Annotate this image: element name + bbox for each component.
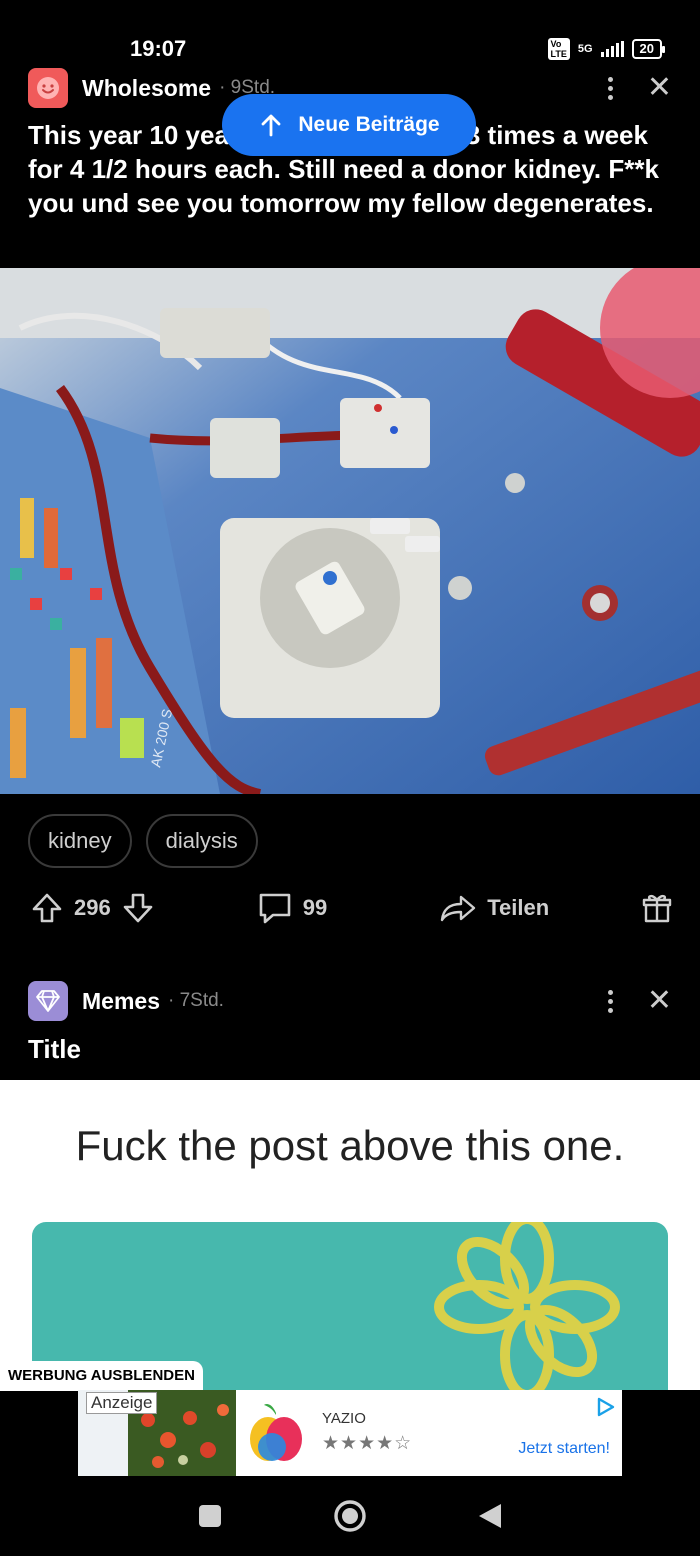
comments-button[interactable]: 99 — [257, 891, 327, 925]
vote-group: 296 — [30, 891, 155, 925]
post-header-memes: Memes · 7Std. ✕ — [28, 981, 672, 1021]
volte-icon: Vo LTE — [547, 38, 570, 60]
community-name[interactable]: Memes — [82, 988, 160, 1015]
system-nav-bar — [0, 1476, 700, 1556]
new-posts-label: Neue Beiträge — [298, 113, 440, 136]
status-bar: 19:07 Vo LTE 5G 20 — [0, 0, 700, 64]
new-posts-button[interactable]: Neue Beiträge — [222, 94, 476, 156]
meme-image[interactable]: Fuck the post above this one. — [0, 1080, 700, 1390]
ad-banner[interactable]: Anzeige YAZIO ★★★★☆ Jetzt starten! — [78, 1390, 622, 1476]
apple-logo-icon — [250, 1403, 302, 1461]
tag-kidney[interactable]: kidney — [28, 814, 132, 868]
more-options-icon[interactable] — [607, 989, 613, 1013]
comment-icon — [259, 893, 291, 924]
memes-community-icon[interactable] — [28, 981, 68, 1021]
ad-label: Anzeige — [86, 1392, 158, 1414]
signal-icon — [600, 41, 624, 57]
post-title[interactable]: Title — [28, 1032, 678, 1066]
ad-rating: ★★★★☆ — [322, 1433, 413, 1454]
hide-ads-button[interactable]: WERBUNG AUSBLENDEN — [0, 1361, 203, 1391]
yazio-logo — [236, 1390, 316, 1476]
close-icon[interactable]: ✕ — [647, 986, 672, 1016]
share-button[interactable]: Teilen — [439, 893, 549, 923]
post-age: · 7Std. — [167, 990, 224, 1011]
ad-cta-button[interactable]: Jetzt starten! — [518, 1440, 610, 1458]
meme-caption: Fuck the post above this one. — [75, 1122, 625, 1169]
battery-icon: 20 — [631, 39, 666, 59]
ad-app-name: YAZIO — [322, 1410, 366, 1427]
upvote-icon[interactable] — [30, 891, 64, 925]
share-label: Teilen — [487, 895, 550, 920]
dialysis-machine-illustration: AK 200 S — [0, 268, 700, 794]
tag-dialysis[interactable]: dialysis — [145, 814, 258, 868]
post-image[interactable]: AK 200 S — [0, 268, 700, 794]
wholesome-community-icon[interactable] — [28, 68, 68, 108]
arrow-up-icon — [261, 114, 281, 137]
upvote-count: 296 — [74, 895, 111, 920]
gift-icon — [642, 894, 672, 923]
recents-icon[interactable] — [197, 1503, 223, 1529]
close-icon[interactable]: ✕ — [647, 73, 672, 103]
community-name[interactable]: Wholesome — [82, 75, 211, 102]
ad-choices-icon[interactable] — [594, 1396, 616, 1418]
comment-count: 99 — [302, 895, 328, 920]
back-icon[interactable] — [477, 1502, 503, 1530]
downvote-icon[interactable] — [121, 891, 155, 925]
more-options-icon[interactable] — [607, 76, 613, 100]
network-type: 5G — [577, 43, 593, 55]
home-icon[interactable] — [333, 1499, 367, 1533]
save-button[interactable] — [640, 891, 674, 925]
tag-list: kidney dialysis — [28, 814, 258, 868]
status-time: 19:07 — [130, 36, 187, 61]
status-icons: Vo LTE 5G 20 — [547, 38, 666, 60]
smiley-icon — [37, 77, 59, 99]
diamond-icon — [36, 990, 60, 1012]
share-icon — [441, 895, 476, 922]
post-actions: 296 99 Teilen — [30, 886, 674, 930]
